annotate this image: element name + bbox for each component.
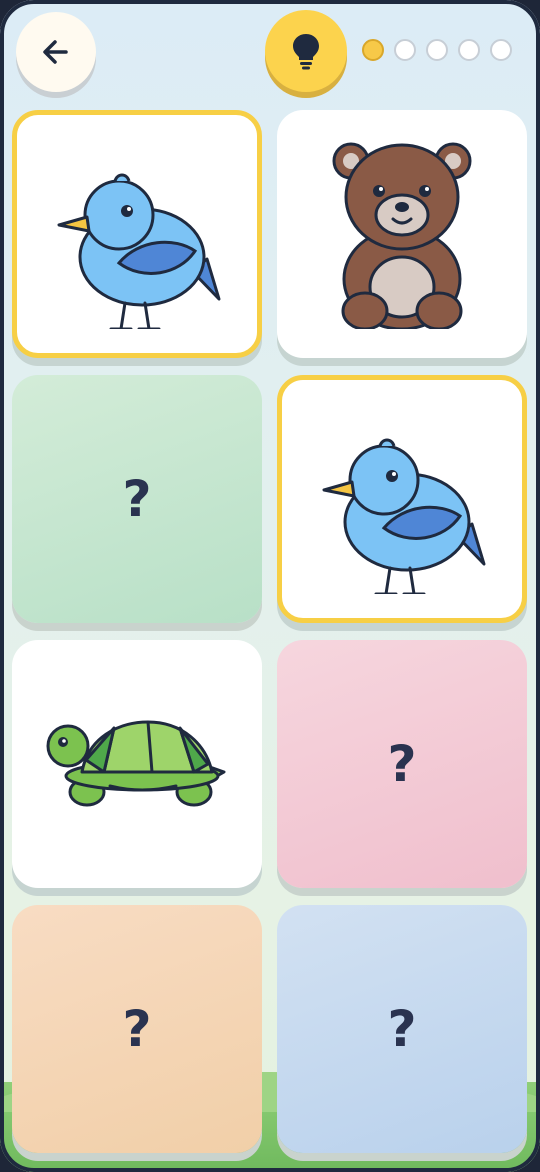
progress-dot: [394, 39, 416, 61]
card-bird-selected[interactable]: [277, 375, 527, 623]
lightbulb-icon: [293, 34, 319, 70]
card-face-down[interactable]: ?: [12, 375, 262, 623]
question-mark: ?: [387, 1000, 417, 1058]
progress-dot: [490, 39, 512, 61]
bird-icon: [57, 173, 221, 329]
hint-button[interactable]: [265, 10, 347, 92]
question-mark: ?: [387, 735, 417, 793]
card-bear[interactable]: [277, 110, 527, 358]
arrow-left-icon: [43, 40, 68, 64]
bear-icon: [332, 142, 472, 329]
turtle-icon: [46, 720, 226, 807]
progress-dot: [426, 39, 448, 61]
bird-icon: [322, 438, 486, 594]
card-face-down[interactable]: ?: [277, 640, 527, 888]
progress-dot: [458, 39, 480, 61]
back-button[interactable]: [16, 12, 96, 92]
card-bird-selected[interactable]: [12, 110, 262, 358]
game-screen: ? ? ? ?: [0, 0, 540, 1172]
progress-dot-filled: [362, 39, 384, 61]
card-face-down[interactable]: ?: [12, 905, 262, 1153]
card-turtle[interactable]: [12, 640, 262, 888]
card-face-down[interactable]: ?: [277, 905, 527, 1153]
question-mark: ?: [122, 1000, 152, 1058]
progress-dots: [362, 39, 512, 61]
question-mark: ?: [122, 470, 152, 528]
